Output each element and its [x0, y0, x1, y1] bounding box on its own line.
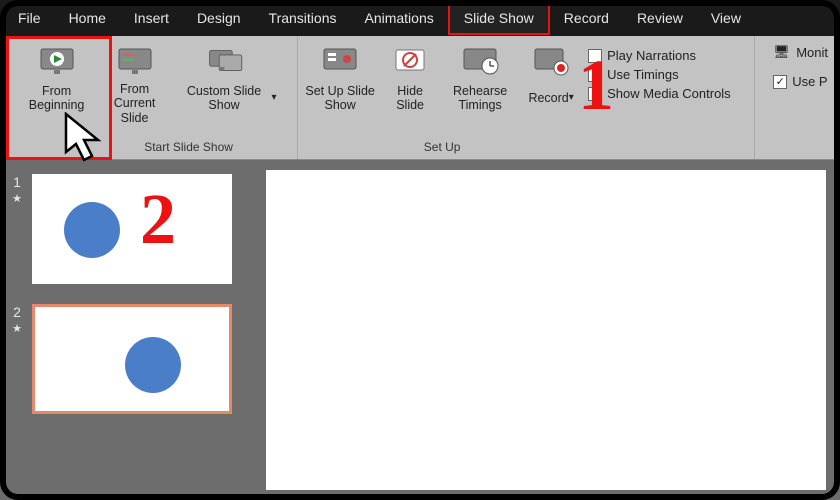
from-beginning-label: From Beginning — [21, 82, 93, 114]
show-media-checkbox[interactable]: ✓Show Media Controls — [588, 86, 731, 101]
from-beginning-button[interactable]: From Beginning — [21, 40, 93, 114]
tab-review[interactable]: Review — [623, 3, 697, 33]
tab-transitions[interactable]: Transitions — [255, 3, 351, 33]
setup-slideshow-icon — [320, 44, 360, 78]
hide-slide-label: Hide Slide — [382, 82, 438, 114]
use-timings-checkbox[interactable]: Use Timings — [588, 67, 731, 82]
hide-slide-button[interactable]: Hide Slide — [382, 40, 438, 114]
current-slide[interactable] — [266, 170, 826, 490]
custom-slideshow-icon — [207, 44, 247, 78]
record-button[interactable]: Record — [522, 40, 580, 114]
tab-file[interactable]: File — [4, 3, 55, 33]
thumbnail-2[interactable]: 2★ — [10, 304, 250, 414]
custom-slideshow-button[interactable]: Custom Slide Show — [177, 40, 277, 114]
custom-slideshow-label: Custom Slide Show — [177, 82, 277, 114]
group-setup-label: Set Up — [424, 140, 461, 157]
from-beginning-icon — [37, 44, 77, 78]
from-current-icon — [115, 44, 155, 78]
workspace: 1★ 2★ — [0, 160, 840, 500]
rehearse-label: Rehearse Timings — [444, 82, 516, 114]
monitor-dropdown[interactable]: 🖥Monit — [773, 44, 828, 60]
rehearse-button[interactable]: Rehearse Timings — [444, 40, 516, 114]
animation-star-icon: ★ — [12, 192, 22, 205]
use-presenter-checkbox[interactable]: ✓Use P — [773, 74, 828, 89]
tab-home[interactable]: Home — [55, 3, 120, 33]
slide-editor[interactable] — [260, 160, 840, 500]
group-start-label: Start Slide Show — [144, 140, 233, 157]
tab-slide-show[interactable]: Slide Show — [448, 1, 550, 35]
shape-circle — [125, 337, 181, 393]
tab-record[interactable]: Record — [550, 3, 623, 33]
monitor-icon: 🖥 — [773, 44, 791, 60]
slide-thumbnails-panel: 1★ 2★ — [0, 160, 260, 500]
tab-animations[interactable]: Animations — [350, 3, 447, 33]
checkbox-icon — [588, 49, 602, 63]
from-current-button[interactable]: From Current Slide — [99, 40, 171, 125]
setup-slideshow-label: Set Up Slide Show — [304, 82, 376, 114]
setup-slideshow-button[interactable]: Set Up Slide Show — [304, 40, 376, 114]
tab-insert[interactable]: Insert — [120, 3, 183, 33]
from-current-label: From Current Slide — [99, 82, 171, 125]
checkbox-checked-icon: ✓ — [588, 87, 602, 101]
animation-star-icon: ★ — [12, 322, 22, 335]
shape-circle — [64, 202, 120, 258]
hide-slide-icon — [390, 44, 430, 78]
ribbon: From Beginning From Current Slide Custom… — [0, 36, 840, 160]
tab-view[interactable]: View — [697, 3, 755, 33]
play-narrations-checkbox[interactable]: Play Narrations — [588, 48, 731, 63]
checkbox-checked-icon: ✓ — [773, 75, 787, 89]
tab-design[interactable]: Design — [183, 3, 255, 33]
record-label: Record — [528, 82, 573, 114]
record-icon — [531, 44, 571, 78]
menubar: File Home Insert Design Transitions Anim… — [0, 0, 840, 36]
rehearse-icon — [460, 44, 500, 78]
checkbox-icon — [588, 68, 602, 82]
thumbnail-1[interactable]: 1★ — [10, 174, 250, 284]
